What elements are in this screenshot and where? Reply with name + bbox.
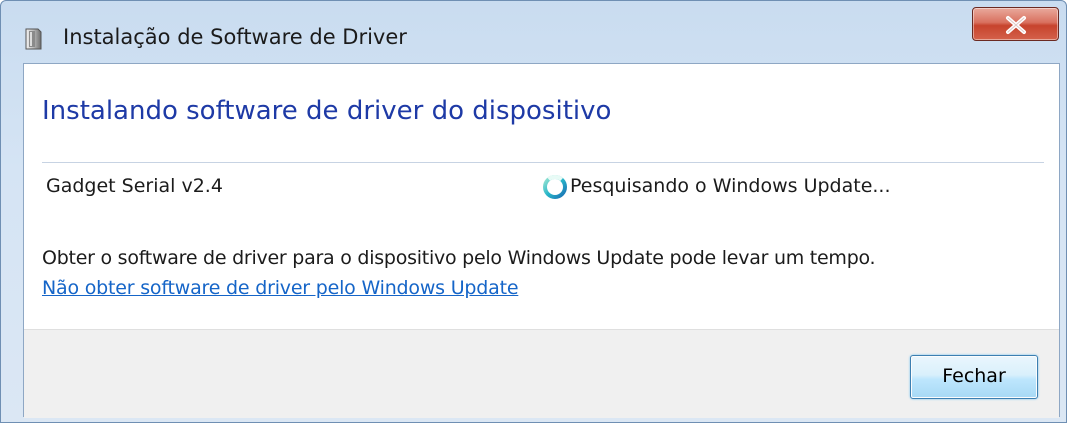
window-title: Instalação de Software de Driver: [63, 25, 407, 49]
divider: [42, 162, 1044, 163]
dialog-window: Instalação de Software de Driver Instala…: [0, 0, 1067, 423]
main-heading: Instalando software de driver do disposi…: [42, 96, 612, 126]
info-text: Obter o software de driver para o dispos…: [42, 247, 876, 269]
device-installer-icon: [23, 27, 43, 51]
searching-spinner-icon: [542, 174, 568, 200]
close-button[interactable]: Fechar: [910, 355, 1038, 399]
title-bar[interactable]: Instalação de Software de Driver: [1, 1, 1066, 63]
close-x-icon: [1006, 16, 1026, 34]
dialog-content: Instalando software de driver do disposi…: [23, 63, 1060, 418]
status-text: Pesquisando o Windows Update...: [570, 175, 891, 197]
skip-windows-update-link[interactable]: Não obter software de driver pelo Window…: [42, 277, 519, 299]
window-close-button[interactable]: [972, 7, 1059, 41]
button-bar: Fechar: [24, 329, 1059, 418]
device-name: Gadget Serial v2.4: [46, 175, 223, 197]
